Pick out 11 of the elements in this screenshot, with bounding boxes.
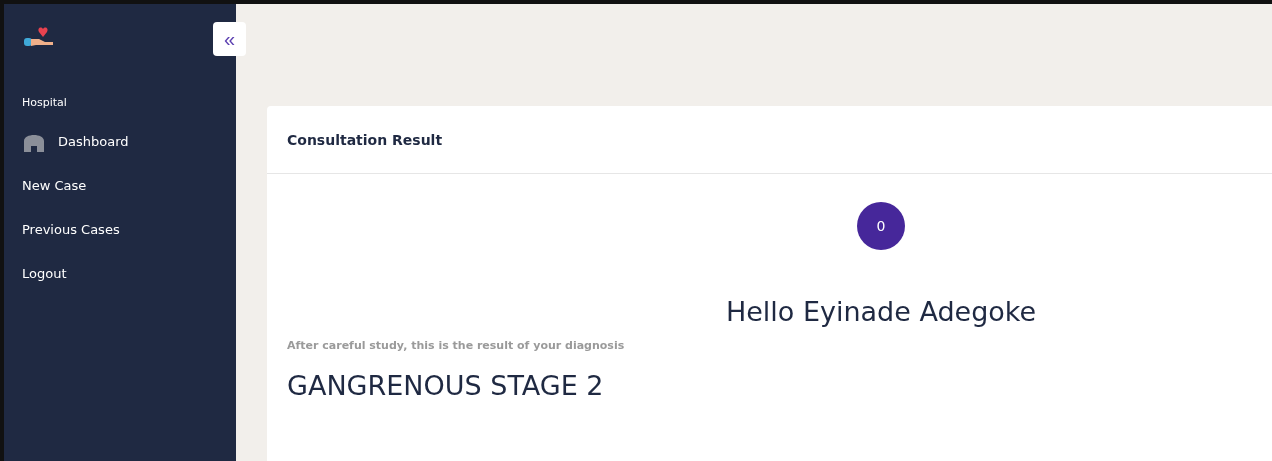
nav-item[interactable]: Logout	[22, 251, 67, 295]
collapse-button[interactable]: «	[213, 22, 246, 56]
section-label: Hospital	[22, 96, 67, 109]
nav-item[interactable]: New Case	[22, 163, 87, 207]
greeting: Hello Eyinade Adegoke	[725, 296, 1037, 327]
nav-item[interactable]: Dashboard	[22, 119, 129, 163]
avatar: 0	[857, 202, 905, 250]
card-title: Consultation Result	[287, 131, 443, 148]
diagnosis-text: GANGRENOUS STAGE 2	[287, 370, 605, 401]
intro-text: After careful study, this is the result of your diagnosis	[287, 339, 626, 352]
nav-item[interactable]: Previous Cases	[22, 207, 120, 251]
